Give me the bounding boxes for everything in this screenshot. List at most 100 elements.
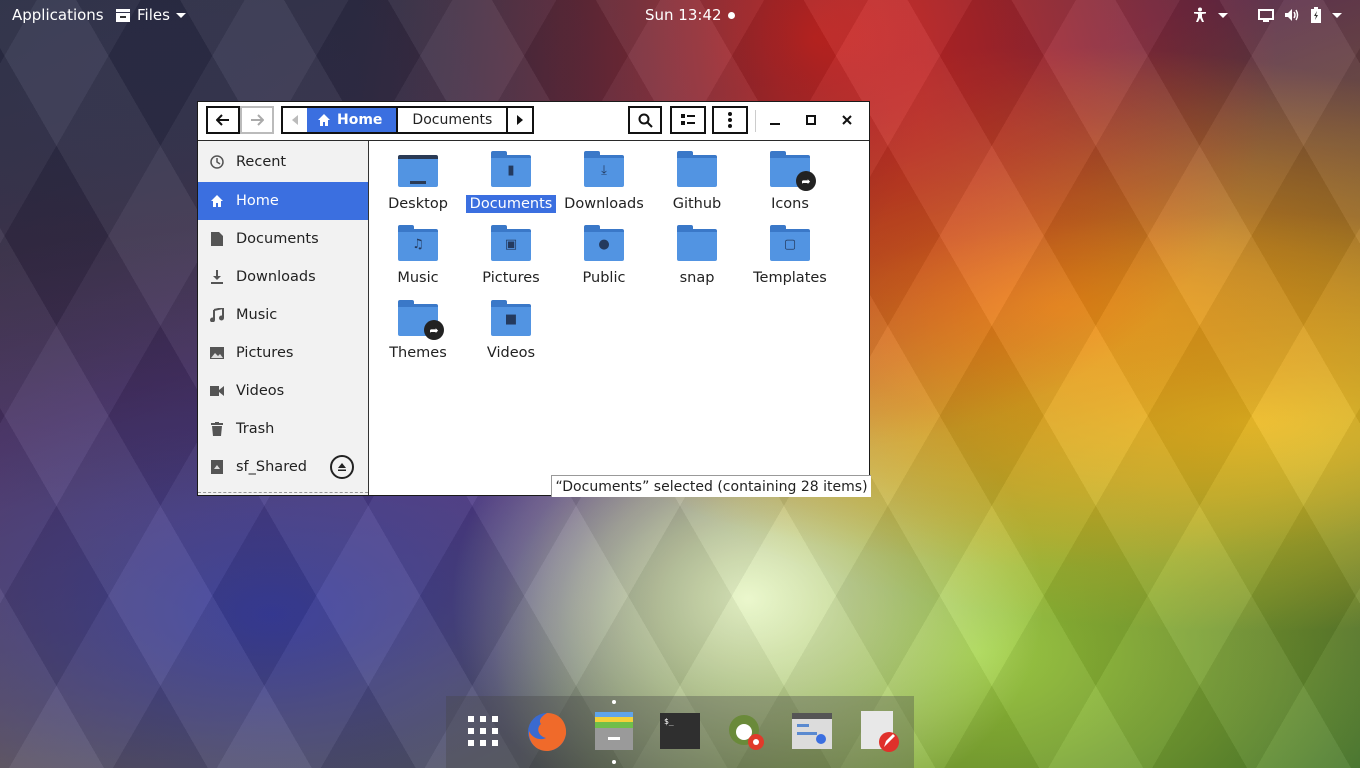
video-icon (198, 386, 236, 396)
menu-button[interactable] (712, 106, 748, 134)
text-editor-launcher[interactable] (857, 710, 899, 752)
gimp-launcher[interactable] (726, 710, 768, 752)
public-folder-icon: ● (584, 225, 624, 261)
folder-item-videos[interactable]: ■ Videos (465, 300, 557, 362)
desktop-folder-icon (398, 151, 438, 187)
document-icon (198, 232, 236, 246)
folder-item-desktop[interactable]: Desktop (372, 151, 464, 213)
folder-label: Github (672, 196, 722, 212)
settings-launcher[interactable] (791, 710, 833, 752)
path-scroll-left-button[interactable] (283, 108, 307, 132)
folder-item-templates[interactable]: ▢ Templates (744, 225, 836, 287)
text-editor-icon (861, 711, 899, 752)
clock[interactable]: Sun 13:42 (645, 6, 735, 24)
pictures-folder-icon: ▣ (491, 225, 531, 261)
sidebar-item-videos[interactable]: Videos (198, 372, 368, 410)
view-toggle-button[interactable] (670, 106, 706, 134)
folder-item-snap[interactable]: snap (651, 225, 743, 287)
eject-icon (338, 463, 346, 471)
sidebar-item-label: Documents (236, 231, 319, 247)
folder-item-music[interactable]: ♫ Music (372, 225, 464, 287)
minimize-button[interactable] (763, 110, 787, 130)
sidebar-item-home[interactable]: Home (198, 182, 368, 220)
path-home-button[interactable]: Home (307, 108, 397, 132)
files-icon (116, 9, 130, 22)
folder-item-downloads[interactable]: ⤓ Downloads (558, 151, 650, 213)
svg-text:$_: $_ (664, 717, 674, 726)
folder-item-public[interactable]: ● Public (558, 225, 650, 287)
volume-icon (1285, 9, 1299, 21)
forward-button[interactable] (240, 106, 274, 134)
path-documents-label: Documents (412, 112, 493, 128)
firefox-launcher[interactable] (526, 710, 568, 752)
sidebar-item-pictures[interactable]: Pictures (198, 334, 368, 372)
files-app-menu[interactable]: Files (115, 6, 186, 24)
notification-dot-icon (727, 11, 735, 19)
accessibility-icon (1194, 7, 1206, 22)
files-window: Home Documents Recent Home Documents Dow… (197, 101, 871, 497)
home-icon (318, 114, 330, 126)
files-launcher[interactable] (593, 710, 635, 752)
back-button[interactable] (206, 106, 240, 134)
search-button[interactable] (628, 106, 662, 134)
maximize-button[interactable] (799, 110, 823, 130)
music-folder-icon: ♫ (398, 225, 438, 261)
top-bar: Applications Files Sun 13:42 (0, 0, 1360, 30)
folder-label: Desktop (388, 196, 448, 212)
eject-button[interactable] (330, 455, 354, 479)
gimp-icon (729, 715, 764, 750)
sidebar-item-sf-shared[interactable]: sf_Shared (198, 448, 368, 486)
chevron-down-icon (1332, 12, 1342, 18)
chevron-left-icon (292, 115, 298, 125)
chevron-down-icon (1218, 12, 1228, 18)
sidebar-item-music[interactable]: Music (198, 296, 368, 334)
home-icon (198, 194, 236, 208)
accessibility-menu[interactable] (1192, 7, 1228, 23)
sidebar-item-label: Downloads (236, 269, 316, 285)
firefox-icon (528, 713, 567, 751)
drive-icon (198, 460, 236, 474)
terminal-launcher[interactable]: $_ (659, 710, 701, 752)
status-bar: “Documents” selected (containing 28 item… (551, 475, 871, 497)
folder-label: Themes (389, 345, 447, 361)
folder-label: Icons (771, 196, 809, 212)
path-home-label: Home (337, 112, 383, 128)
sidebar-item-recent[interactable]: Recent (198, 143, 368, 181)
minimize-icon (770, 123, 780, 125)
chevron-right-icon (517, 115, 524, 125)
sidebar-divider (198, 492, 368, 495)
documents-folder-icon: ▮ (491, 151, 531, 187)
downloads-folder-icon: ⤓ (584, 151, 624, 187)
folder-item-documents[interactable]: ▮ Documents (465, 151, 557, 213)
videos-folder-icon: ■ (491, 300, 531, 336)
file-view: Desktop ▮ Documents ⤓ Downloads Github ➦… (369, 141, 869, 495)
files-label: Files (137, 6, 170, 24)
terminal-icon: $_ (660, 713, 700, 749)
folder-icon (677, 225, 717, 261)
folder-label: Music (397, 270, 439, 286)
battery-icon (1311, 7, 1321, 23)
sidebar: Recent Home Documents Downloads Music Pi… (198, 141, 369, 495)
path-documents-button[interactable]: Documents (396, 108, 509, 132)
show-applications-button[interactable] (462, 710, 504, 752)
sidebar-item-downloads[interactable]: Downloads (198, 258, 368, 296)
clock-label: Sun 13:42 (645, 6, 722, 24)
sidebar-item-label: Pictures (236, 345, 294, 361)
folder-item-themes[interactable]: ➦ Themes (372, 300, 464, 362)
system-menu[interactable] (1258, 7, 1342, 23)
sidebar-item-documents[interactable]: Documents (198, 220, 368, 258)
folder-item-icons[interactable]: ➦ Icons (744, 151, 836, 213)
path-bar: Home Documents (281, 106, 535, 134)
sidebar-item-trash[interactable]: Trash (198, 410, 368, 448)
sidebar-item-label: Home (236, 193, 279, 209)
path-scroll-right-button[interactable] (508, 108, 533, 132)
folder-label: Downloads (564, 196, 644, 212)
folder-item-pictures[interactable]: ▣ Pictures (465, 225, 557, 287)
running-indicator (612, 700, 616, 704)
close-button[interactable] (835, 110, 859, 130)
search-icon (638, 113, 653, 128)
app-grid-icon (468, 716, 498, 746)
settings-window-icon (792, 713, 832, 749)
applications-menu[interactable]: Applications (12, 6, 104, 24)
folder-item-github[interactable]: Github (651, 151, 743, 213)
